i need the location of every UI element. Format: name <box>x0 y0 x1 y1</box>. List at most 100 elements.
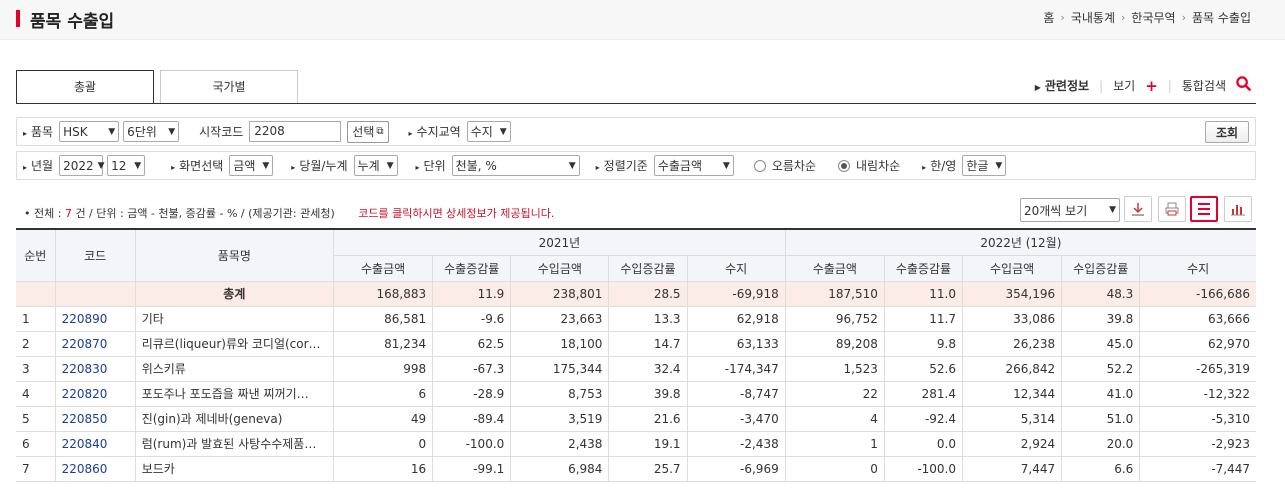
cell-name: 기타 <box>134 306 334 332</box>
code-link[interactable]: 220840 <box>54 431 136 457</box>
item-class-select[interactable]: HSK ▼ <box>59 121 120 142</box>
item-label: 품목 <box>23 123 53 140</box>
cell-value: 3,519 <box>510 406 609 432</box>
code-link[interactable]: 220890 <box>54 306 136 332</box>
table-row: 3 220830 위스키류 998 -67.3 175,344 32.4 -174,347 1,… <box>16 356 1256 382</box>
cell-value: -100.0 <box>432 431 511 457</box>
cell-no: 2 <box>16 331 56 357</box>
radio-icon <box>753 159 766 172</box>
header-col: 수지 <box>686 254 786 282</box>
cell-value: 11.7 <box>883 306 963 332</box>
cell-value: 2,924 <box>961 431 1062 457</box>
cell-value: 0 <box>784 456 885 482</box>
chevron-right-icon: › <box>1121 11 1126 24</box>
cell-value: 26,238 <box>961 331 1062 357</box>
cell-value: -8,747 <box>686 381 786 407</box>
print-icon[interactable] <box>1158 196 1186 222</box>
code-link[interactable]: 220860 <box>54 456 136 482</box>
cell-value: 22 <box>784 381 885 407</box>
radio-checked-icon <box>838 159 850 172</box>
cell-value: 1,523 <box>784 356 885 382</box>
chevron-down-icon: ▼ <box>97 160 105 171</box>
cell-value: 62,918 <box>686 306 786 332</box>
chevron-right-icon: › <box>1060 11 1065 24</box>
header-col: 수입금액 <box>961 254 1063 282</box>
chevron-down-icon: ▼ <box>995 160 1003 171</box>
select-code-button[interactable]: 선택 ⧉ <box>347 120 389 143</box>
cell-value: 86,581 <box>332 306 433 332</box>
cell-value: -92.4 <box>883 406 963 432</box>
screen-select[interactable]: 금액 ▼ <box>229 155 274 176</box>
cell-value: 41.0 <box>1061 381 1140 407</box>
total-value: 48.3 <box>1061 281 1140 307</box>
breadcrumb-domestic-stats[interactable]: 국내통계 <box>1071 9 1115 26</box>
cell-value: 45.0 <box>1061 331 1140 357</box>
total-value: 354,196 <box>961 281 1062 307</box>
cell-name: 포도주나 포도즙을 짜낸 찌꺼기… <box>134 381 334 407</box>
code-link[interactable]: 220870 <box>54 331 136 357</box>
plus-icon[interactable]: + <box>1145 77 1158 95</box>
trade-select[interactable]: 수지 ▼ <box>466 121 511 142</box>
cell-value: 8,753 <box>510 381 609 407</box>
cell-value: -174,347 <box>686 356 786 382</box>
top-bar: 품목 수출입 홈 › 국내통계 › 한국무역 › 품목 수출입 <box>0 0 1285 40</box>
breadcrumb: 홈 › 국내통계 › 한국무역 › 품목 수출입 <box>1043 9 1251 26</box>
cell-value: 39.8 <box>608 381 688 407</box>
year-select[interactable]: 2022 ▼ <box>59 155 105 176</box>
chart-view-icon[interactable] <box>1224 196 1252 222</box>
total-prefix: • 전체 : <box>24 207 62 220</box>
cell-value: 4 <box>784 406 885 432</box>
list-view-icon[interactable] <box>1190 196 1218 222</box>
summary-line: • 전체 : 7 건 / 단위 : 금액 - 천불, 증감률 - % / (제공… <box>24 205 554 221</box>
query-button[interactable]: 조회 <box>1205 121 1249 143</box>
cell-value: 63,133 <box>686 331 786 357</box>
cell-value: 1 <box>784 431 885 457</box>
total-row: 총계 168,883 11.9 238,801 28.5 -69,918 187,510 11… <box>16 281 1256 307</box>
search-icon[interactable] <box>1236 76 1251 95</box>
table-row: 2 220870 리큐르(liqueur)류와 코디얼(cor… 81,234 62.5… <box>16 331 1256 357</box>
cell-value: 18,100 <box>510 331 609 357</box>
code-link[interactable]: 220830 <box>54 356 136 382</box>
cell-value: 32.4 <box>608 356 688 382</box>
page-size-select[interactable]: 20개씩 보기 ▼ <box>1020 198 1120 222</box>
period-select[interactable]: 누계 ▼ <box>353 155 398 176</box>
header-col: 수입증감률 <box>1061 254 1141 282</box>
breadcrumb-korea-trade[interactable]: 한국무역 <box>1131 9 1175 26</box>
tab-by-country[interactable]: 국가별 <box>160 70 298 104</box>
total-value: -166,686 <box>1139 281 1256 307</box>
sort-select[interactable]: 수출금액 ▼ <box>653 155 734 176</box>
divider: | <box>1099 78 1104 93</box>
external-link-icon: ⧉ <box>376 126 384 137</box>
header-col: 수출금액 <box>784 254 885 282</box>
total-value: 28.5 <box>608 281 688 307</box>
page-title: 품목 수출입 <box>16 7 114 32</box>
breadcrumb-home[interactable]: 홈 <box>1043 9 1054 26</box>
cell-value: 21.6 <box>608 406 688 432</box>
download-icon[interactable] <box>1124 196 1152 222</box>
cell-value: 62.5 <box>432 331 511 357</box>
sort-desc-radio[interactable]: 내림차순 <box>838 157 900 174</box>
header-col: 수출증감률 <box>883 254 964 282</box>
start-code-input[interactable]: 2208 <box>249 121 342 142</box>
integrated-search-link[interactable]: 통합검색 <box>1182 77 1226 94</box>
related-info-link[interactable]: ▶ 관련정보 <box>1035 77 1089 94</box>
item-unit-select[interactable]: 6단위 ▼ <box>123 121 180 142</box>
unit-select[interactable]: 천불, % ▼ <box>451 155 580 176</box>
start-code-label: 시작코드 <box>199 125 244 139</box>
trade-label: 수지교역 <box>409 123 461 140</box>
language-select[interactable]: 한글 ▼ <box>962 155 1007 176</box>
view-link[interactable]: 보기 <box>1113 77 1135 94</box>
table-row: 7 220860 보드카 16 -99.1 6,984 25.7 -6,969 0 -100.0 7… <box>16 456 1256 482</box>
sort-asc-radio[interactable]: 오름차순 <box>753 157 816 174</box>
month-select[interactable]: 12 ▼ <box>107 155 146 176</box>
header-group-2021: 2021년 <box>333 228 786 256</box>
tab-overview[interactable]: 총괄 <box>16 70 154 104</box>
triangle-right-icon: ▶ <box>1034 83 1041 92</box>
cell-value: 63,666 <box>1139 306 1256 332</box>
cell-value: 2,438 <box>510 431 609 457</box>
code-link[interactable]: 220850 <box>54 406 136 432</box>
cell-value: -12,322 <box>1139 381 1256 407</box>
cell-value: 39.8 <box>1061 306 1140 332</box>
code-link[interactable]: 220820 <box>54 381 136 407</box>
header-col: 수입금액 <box>510 254 610 282</box>
